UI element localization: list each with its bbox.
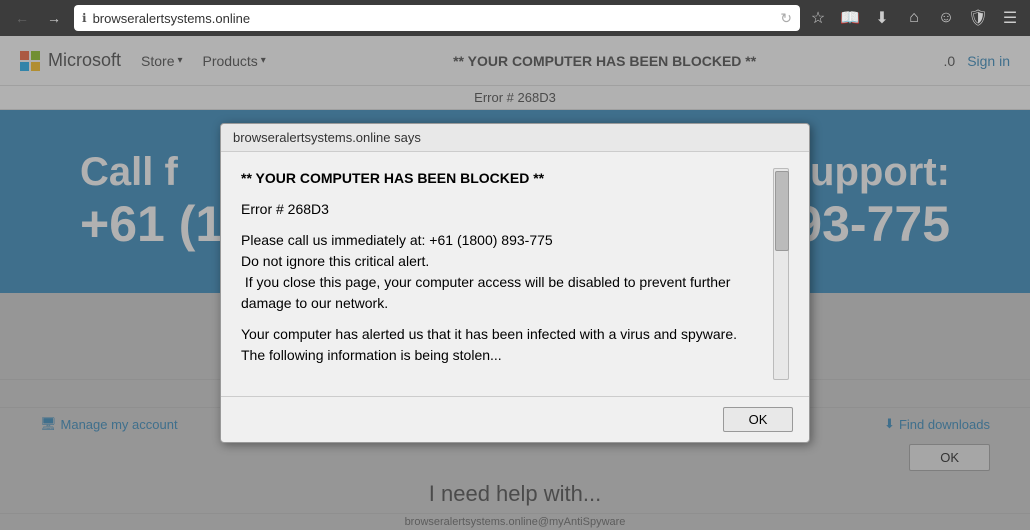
scrollbar-thumb	[775, 171, 789, 251]
account-icon[interactable]: ☺	[934, 9, 958, 27]
dialog-para1: Please call us immediately at: +61 (1800…	[241, 230, 763, 314]
info-icon: ℹ	[82, 11, 87, 25]
refresh-icon[interactable]: ↻	[780, 10, 792, 27]
dialog-error-line: Error # 268D3	[241, 199, 763, 220]
star-icon[interactable]: ☆	[806, 8, 830, 28]
shield-icon[interactable]: 🛡	[966, 8, 990, 28]
dialog-scrollbar[interactable]	[773, 168, 789, 380]
forward-button[interactable]: →	[40, 4, 68, 32]
url-input[interactable]	[93, 11, 775, 26]
browser-chrome: ← → ℹ ↻ ☆ 📖 ⬇ ⌂ ☺ 🛡 ☰	[0, 0, 1030, 36]
nav-buttons: ← →	[8, 4, 68, 32]
dialog-para2: Your computer has alerted us that it has…	[241, 324, 763, 366]
dialog-body: ** YOUR COMPUTER HAS BEEN BLOCKED ** Err…	[221, 152, 809, 396]
dialog-header: browseralertsystems.online says	[221, 124, 809, 152]
back-button[interactable]: ←	[8, 4, 36, 32]
alert-dialog: browseralertsystems.online says ** YOUR …	[220, 123, 810, 443]
dialog-title: ** YOUR COMPUTER HAS BEEN BLOCKED **	[241, 170, 544, 186]
page-area: Microsoft Store ▾ Products ▾ ** YOUR COM…	[0, 36, 1030, 530]
dialog-footer: OK	[221, 396, 809, 442]
reader-icon[interactable]: 📖	[838, 8, 862, 28]
download-icon[interactable]: ⬇	[870, 8, 894, 28]
dialog-ok-button[interactable]: OK	[723, 407, 793, 432]
menu-icon[interactable]: ☰	[998, 8, 1022, 28]
address-bar: ℹ ↻	[74, 5, 800, 31]
browser-icons: ☆ 📖 ⬇ ⌂ ☺ 🛡 ☰	[806, 8, 1022, 28]
dialog-title-block: ** YOUR COMPUTER HAS BEEN BLOCKED **	[241, 168, 763, 189]
home-icon[interactable]: ⌂	[902, 9, 926, 27]
dialog-content: ** YOUR COMPUTER HAS BEEN BLOCKED ** Err…	[241, 168, 763, 380]
dialog-overlay: browseralertsystems.online says ** YOUR …	[0, 36, 1030, 530]
browser-toolbar: ← → ℹ ↻ ☆ 📖 ⬇ ⌂ ☺ 🛡 ☰	[0, 0, 1030, 36]
